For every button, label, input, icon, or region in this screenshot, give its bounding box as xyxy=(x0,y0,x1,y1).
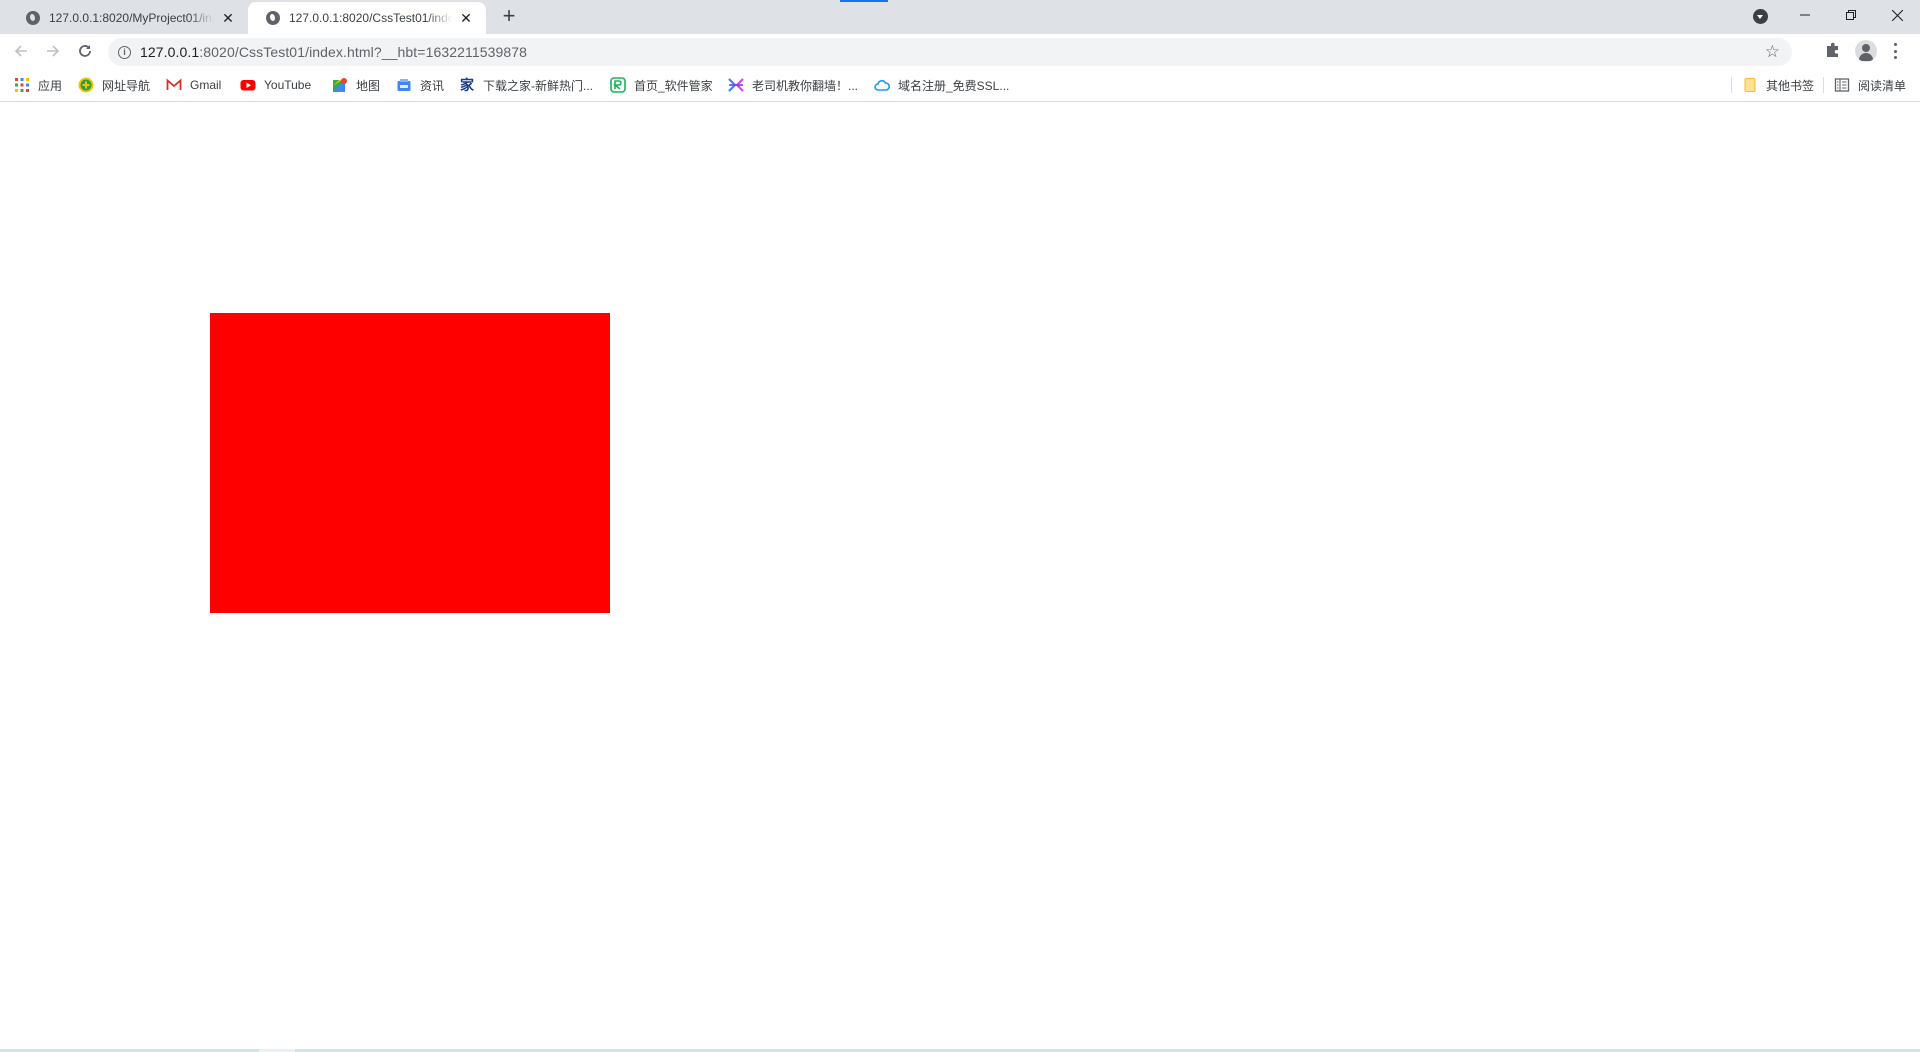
bookmark-x-icon xyxy=(728,78,744,92)
browser-toolbar: i 127.0.0.1:8020/CssTest01/index.html?__… xyxy=(0,34,1920,68)
reload-icon xyxy=(79,45,91,57)
url-host: 127.0.0.1 xyxy=(140,44,200,60)
bookmark-laosiji[interactable]: 老司机教你翻墙！... xyxy=(728,76,858,94)
globe-icon xyxy=(266,11,280,25)
tab-myproject01[interactable]: 127.0.0.1:8020/MyProject01/index.html ✕ xyxy=(8,2,248,34)
tab-title: 127.0.0.1:8020/CssTest01/index.html xyxy=(289,11,452,25)
bookmark-label: Gmail xyxy=(190,78,222,92)
forward-arrow-icon xyxy=(47,45,60,57)
maps-icon xyxy=(333,78,347,92)
forward-button[interactable] xyxy=(40,38,66,64)
reload-button[interactable] xyxy=(72,38,98,64)
folder-icon xyxy=(1744,78,1756,92)
close-icon xyxy=(1891,9,1903,21)
profile-avatar[interactable] xyxy=(1855,40,1877,62)
tab-search-dropdown-icon[interactable] xyxy=(1753,9,1768,24)
back-button[interactable] xyxy=(8,38,34,64)
url-path: :8020/CssTest01/index.html?__hbt=1632211… xyxy=(199,44,528,60)
globe-icon xyxy=(26,11,40,25)
tab-strip-accent xyxy=(840,0,888,2)
close-tab-icon[interactable]: ✕ xyxy=(458,10,474,26)
bookmark-apps[interactable]: 应用 xyxy=(14,76,62,94)
bookmark-label: 下载之家-新鲜热门... xyxy=(483,78,593,93)
new-tab-button[interactable]: + xyxy=(498,5,520,28)
bookmark-label: 网址导航 xyxy=(102,78,151,93)
bookmark-domain-ssl[interactable]: 域名注册_免费SSL... xyxy=(874,76,1009,94)
person-icon xyxy=(1862,44,1870,52)
address-bar[interactable]: i 127.0.0.1:8020/CssTest01/index.html?__… xyxy=(108,38,1792,66)
bookmark-360-nav[interactable]: 网址导航 xyxy=(78,76,150,94)
bookmark-label: 地图 xyxy=(356,78,381,93)
page-viewport xyxy=(0,103,1920,1047)
cloud-icon xyxy=(874,80,890,91)
bookmark-ruanjian-guanjia[interactable]: 首页_软件管家 xyxy=(610,76,713,94)
bookmark-label: YouTube xyxy=(264,78,312,92)
tab-title: 127.0.0.1:8020/MyProject01/index.html xyxy=(49,11,214,25)
reading-list-icon xyxy=(1834,78,1850,92)
bookmark-label: 阅读清单 xyxy=(1858,78,1907,93)
restore-button[interactable] xyxy=(1828,0,1874,30)
ruanjian-guanjia-icon xyxy=(610,77,626,93)
tab-csstest01[interactable]: 127.0.0.1:8020/CssTest01/index.html ✕ xyxy=(248,2,486,34)
tab-strip: 127.0.0.1:8020/MyProject01/index.html ✕ … xyxy=(0,0,1920,34)
bookmark-label: 应用 xyxy=(38,78,63,93)
360-nav-icon xyxy=(78,77,94,93)
close-window-button[interactable] xyxy=(1874,0,1920,30)
minimize-button[interactable] xyxy=(1782,0,1828,30)
bookmark-label: 老司机教你翻墙！... xyxy=(752,78,859,93)
extensions-puzzle-icon[interactable] xyxy=(1824,41,1842,59)
back-arrow-icon xyxy=(14,45,27,57)
bookmark-maps[interactable]: 地图 xyxy=(332,76,380,94)
gmail-icon xyxy=(166,78,182,90)
bookmark-label: 首页_软件管家 xyxy=(634,78,713,93)
bookmark-star-icon[interactable]: ☆ xyxy=(1765,43,1780,61)
close-tab-icon[interactable]: ✕ xyxy=(220,10,236,26)
xiazaizhijia-icon: 家 xyxy=(460,77,474,93)
minimize-icon xyxy=(1800,14,1810,16)
apps-grid-icon xyxy=(15,78,29,92)
other-bookmarks-folder[interactable]: 其他书签 xyxy=(1742,76,1814,94)
bookmark-label: 资讯 xyxy=(420,78,445,93)
bookmarks-divider xyxy=(1823,77,1824,93)
bookmark-youtube[interactable]: YouTube xyxy=(240,76,311,94)
more-menu-icon[interactable] xyxy=(1894,43,1898,59)
bookmarks-bar: 应用 网址导航 Gmail YouTube 地图 资讯 家 下载之家-新鲜热门.… xyxy=(0,68,1920,102)
bookmark-gmail[interactable]: Gmail xyxy=(166,76,221,94)
site-info-icon[interactable]: i xyxy=(118,45,131,59)
bookmark-xiazaizhijia[interactable]: 家 下载之家-新鲜热门... xyxy=(459,76,593,94)
bookmark-news[interactable]: 资讯 xyxy=(396,76,444,94)
url-text[interactable]: 127.0.0.1:8020/CssTest01/index.html?__hb… xyxy=(140,44,527,60)
bookmark-label: 其他书签 xyxy=(1766,78,1815,93)
bookmark-label: 域名注册_免费SSL... xyxy=(898,78,1010,93)
news-icon xyxy=(397,79,411,91)
bookmarks-divider xyxy=(1731,77,1732,93)
reading-list-button[interactable]: 阅读清单 xyxy=(1834,76,1906,94)
restore-icon xyxy=(1846,10,1856,20)
youtube-icon xyxy=(240,80,256,91)
red-box xyxy=(210,313,610,613)
